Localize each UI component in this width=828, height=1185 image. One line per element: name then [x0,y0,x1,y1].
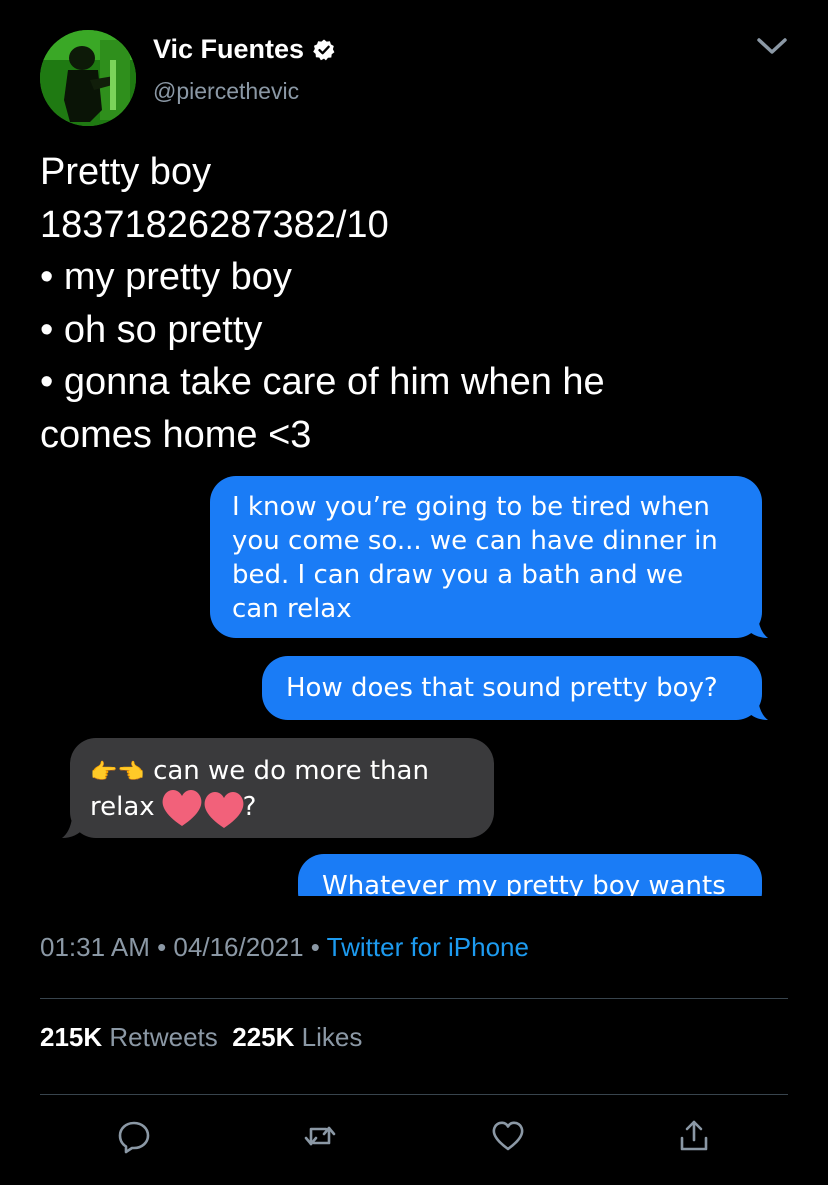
pointing-emoji: 👉👈 [90,760,145,785]
bubble-tail [746,700,768,720]
retweet-icon[interactable] [302,1118,338,1154]
author-handle[interactable]: @piercethevic [153,78,299,105]
avatar[interactable] [40,30,136,126]
bubble-tail [746,618,768,638]
heart-sticker-icon [162,790,244,828]
tweet-source-link[interactable]: Twitter for iPhone [327,932,529,962]
tweet-text: Pretty boy 18371826287382/10 • my pretty… [40,146,800,461]
meta-separator: • [149,932,174,962]
message-line: I know you’re going to be tired when [232,492,710,522]
share-icon[interactable] [676,1118,712,1154]
message-bubble-incoming: 👉👈 can we do more than relax? [70,738,494,838]
retweets-stat[interactable]: 215K Retweets [40,1022,218,1052]
tweet-line: • gonna take care of him when he [40,361,605,403]
divider [40,998,788,999]
tweet-time: 01:31 AM [40,932,150,962]
tweet-line: comes home <3 [40,413,312,456]
message-line: can we do more than [153,756,429,786]
tweet-date: 04/16/2021 [173,932,304,962]
divider [40,1094,788,1095]
tweet-media-image[interactable]: I know you’re going to be tired when you… [40,462,788,896]
verified-badge-icon [313,39,335,60]
message-bubble-outgoing: How does that sound pretty boy? [262,656,762,720]
message-line: you come so... we can have dinner in [232,526,718,556]
message-line: can relax [232,594,352,624]
tweet-stats: 215K Retweets 225K Likes [40,1022,362,1053]
likes-count: 225K [232,1022,295,1052]
tweet-line: 18371826287382/10 [40,203,389,246]
meta-separator: • [303,932,327,962]
tweet-line: • my pretty boy [40,256,292,298]
heart-icon[interactable] [490,1118,526,1154]
message-bubble-outgoing: I know you’re going to be tired when you… [210,476,762,638]
likes-stat[interactable]: 225K Likes [232,1022,362,1052]
author-name-row[interactable]: Vic Fuentes [153,34,336,65]
message-line: bed. I can draw you a bath and we [232,560,684,590]
retweets-count: 215K [40,1022,103,1052]
retweets-label: Retweets [109,1022,218,1052]
likes-label: Likes [301,1022,363,1052]
author-name[interactable]: Vic Fuentes [153,34,304,65]
tweet-meta: 01:31 AM • 04/16/2021 • Twitter for iPho… [40,932,529,963]
message-line: relax [90,792,155,822]
bubble-tail [62,818,84,838]
tweet-line: Pretty boy [40,151,212,193]
chevron-down-icon[interactable] [754,28,790,64]
message-line: Whatever my pretty boy wants [322,871,726,896]
message-bubble-outgoing: Whatever my pretty boy wants [298,854,762,896]
reply-icon[interactable] [116,1118,152,1154]
tweet-line: • oh so pretty [40,308,263,351]
avatar-image [40,30,136,126]
message-line: How does that sound pretty boy? [286,673,718,703]
